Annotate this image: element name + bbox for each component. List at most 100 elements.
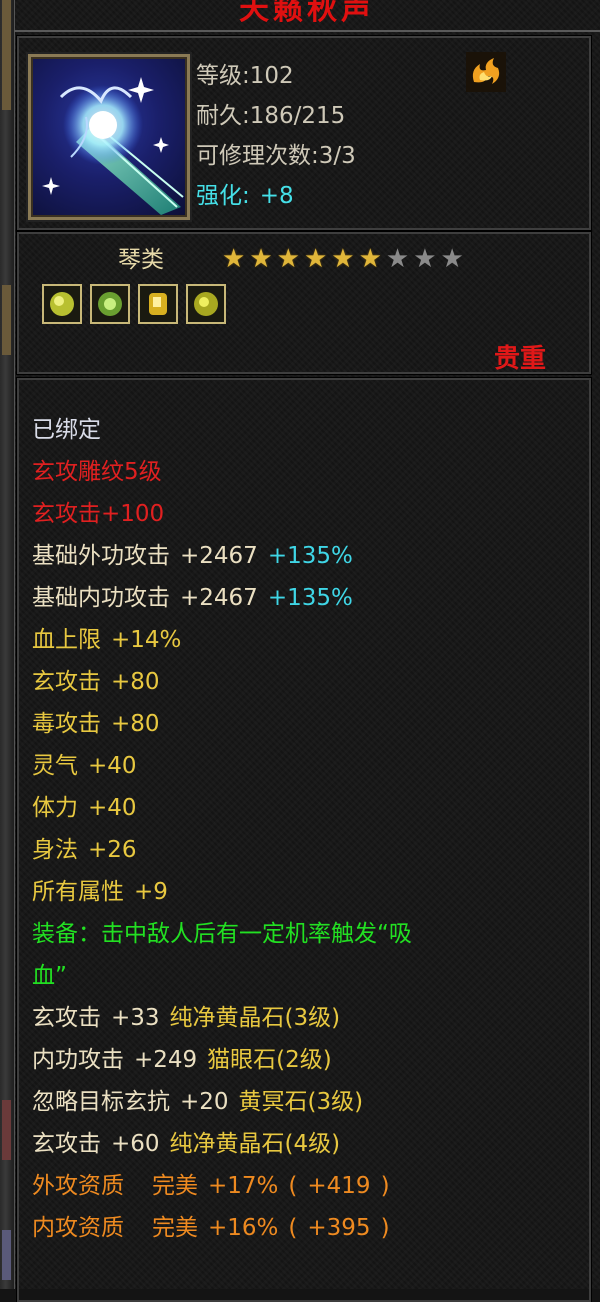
star-filled-icon: ★ (222, 244, 246, 274)
quality-value: +395 (307, 1215, 371, 1241)
base-outer-attack: 基础外功攻击 +2467 +135% (32, 536, 353, 570)
gem-stat-label: 玄攻击 (32, 1005, 101, 1031)
gem-icon (98, 292, 122, 316)
stat-value: +80 (111, 669, 160, 695)
quality-percent: +16% (208, 1215, 279, 1241)
equip-effect-line-1: 装备：击中敌人后有一定机率触发“吸 (32, 921, 412, 947)
star-filled-icon: ★ (358, 244, 382, 274)
gem-stat-label: 内功攻击 (32, 1047, 124, 1073)
quality-row: 外攻资质 完美 +17% ( +419) (32, 1166, 390, 1200)
bound-status: 已绑定 (32, 417, 101, 443)
gem-stat-value: +249 (134, 1047, 198, 1073)
engrave-bonus: 玄攻击+100 (32, 501, 165, 527)
window-edge (0, 0, 15, 1289)
gem-stat-value: +60 (111, 1131, 160, 1157)
equip-effect-line-2: 血” (32, 963, 67, 989)
stat-value: +14% (111, 627, 182, 653)
item-repair-count: 可修理次数:3/3 (196, 143, 356, 169)
gem-socket-1[interactable] (42, 284, 82, 324)
enhance-label: 强化: (196, 183, 250, 209)
fire-element-icon (466, 52, 506, 92)
engrave-level: 玄攻雕纹5级 (32, 459, 162, 485)
quality-grade: 完美 (152, 1173, 198, 1199)
item-durability: 耐久:186/215 (196, 103, 346, 129)
quality-open-paren: ( (288, 1173, 298, 1199)
agility: 身法 +26 (32, 830, 137, 864)
gem-name: 纯净黄晶石(4级) (169, 1131, 341, 1157)
edge-trim (2, 0, 11, 110)
gem-bonus-row: 玄攻击 +33 纯净黄晶石(3级) (32, 998, 340, 1032)
gem-bonus-row: 内功攻击 +249 猫眼石(2级) (32, 1040, 332, 1074)
stat-label: 灵气 (32, 753, 78, 779)
gem-stat-label: 玄攻击 (32, 1131, 101, 1157)
enhance-value: +8 (259, 183, 294, 209)
quality-row: 内攻资质 完美 +16% (+395) (32, 1208, 390, 1242)
stat-label: 体力 (32, 795, 78, 821)
xuan-attack: 玄攻击 +80 (32, 662, 160, 696)
gem-name: 黄冥石(3级) (238, 1089, 364, 1115)
all-attributes: 所有属性 +9 (32, 872, 168, 906)
stamina: 体力 +40 (32, 788, 137, 822)
star-filled-icon: ★ (331, 244, 355, 274)
quality-percent: +17% (208, 1173, 279, 1199)
gem-icon (50, 292, 74, 316)
quality-close-paren: ) (380, 1173, 390, 1199)
quality-close-paren: ) (380, 1215, 390, 1241)
gem-socket-4[interactable] (186, 284, 226, 324)
quality-open-paren: ( (288, 1215, 298, 1241)
stat-label: 所有属性 (32, 879, 124, 905)
stat-label: 玄攻击 (32, 669, 101, 695)
stat-value: +80 (111, 711, 160, 737)
stat-label: 基础外功攻击 (32, 543, 170, 569)
star-empty-icon: ★ (385, 244, 410, 274)
gem-bonus-row: 忽略目标玄抗 +20 黄冥石(3级) (32, 1082, 363, 1116)
item-enhance: 强化: +8 (196, 176, 294, 210)
gem-sockets (42, 284, 226, 324)
gem-stat-value: +20 (180, 1089, 229, 1115)
hp-limit: 血上限 +14% (32, 620, 181, 654)
gem-socket-2[interactable] (90, 284, 130, 324)
title-bar: 天籁秋声 (14, 0, 600, 32)
poison-attack: 毒攻击 +80 (32, 704, 160, 738)
gem-name: 纯净黄晶石(3级) (169, 1005, 341, 1031)
gem-stat-label: 忽略目标玄抗 (32, 1089, 170, 1115)
star-filled-icon: ★ (303, 244, 328, 274)
stat-percent: +135% (267, 585, 353, 611)
gem-bonus-row: 玄攻击 +60 纯净黄晶石(4级) (32, 1124, 340, 1158)
quality-grade: 完美 (152, 1215, 198, 1241)
quality-value: +419 (307, 1173, 371, 1199)
stat-value: +40 (88, 795, 137, 821)
stat-value: +2467 (180, 543, 258, 569)
gem-socket-3[interactable] (138, 284, 178, 324)
star-filled-icon: ★ (249, 244, 273, 274)
star-rating: ★ ★ ★ ★ ★ ★ ★ ★ ★ (222, 246, 464, 272)
gem-icon (149, 293, 167, 315)
item-rarity: 贵重 (494, 344, 547, 374)
item-level: 等级:102 (196, 63, 294, 89)
gem-stat-value: +33 (111, 1005, 160, 1031)
stat-value: +40 (88, 753, 137, 779)
item-title: 天籁秋声 (239, 0, 375, 27)
item-category: 琴类 (118, 247, 164, 273)
stat-label: 血上限 (32, 627, 101, 653)
stat-value: +26 (88, 837, 137, 863)
spirit: 灵气 +40 (32, 746, 137, 780)
item-icon[interactable] (28, 54, 190, 220)
gem-name: 猫眼石(2级) (207, 1047, 332, 1073)
stat-value: +2467 (180, 585, 258, 611)
star-filled-icon: ★ (276, 244, 300, 274)
edge-trim (2, 285, 11, 355)
star-empty-icon: ★ (413, 244, 437, 274)
stat-percent: +135% (267, 543, 353, 569)
edge-trim (2, 1100, 11, 1160)
edge-trim (2, 1230, 11, 1280)
stat-label: 基础内功攻击 (32, 585, 170, 611)
qin-instrument-icon (42, 77, 184, 215)
gem-icon (194, 292, 218, 316)
quality-label: 外攻资质 (32, 1173, 124, 1199)
base-inner-attack: 基础内功攻击 +2467 +135% (32, 578, 353, 612)
stat-value: +9 (134, 879, 168, 905)
star-empty-icon: ★ (440, 244, 464, 274)
stat-label: 身法 (32, 837, 78, 863)
stat-label: 毒攻击 (32, 711, 101, 737)
